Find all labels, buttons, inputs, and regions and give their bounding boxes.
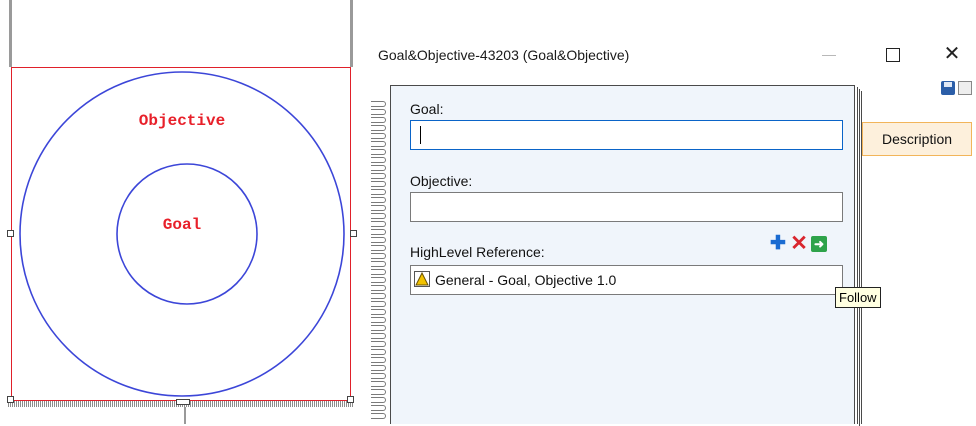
spiral-ring — [371, 124, 389, 132]
spiral-ring — [371, 140, 389, 148]
reference-element-icon — [414, 271, 430, 287]
spiral-ring — [371, 340, 389, 348]
spiral-ring — [371, 244, 389, 252]
spiral-ring — [371, 196, 389, 204]
spiral-ring — [371, 364, 389, 372]
maximize-icon — [886, 48, 900, 62]
spiral-ring — [371, 180, 389, 188]
resize-handle-right[interactable] — [350, 230, 357, 237]
resize-handle-bottom-right[interactable] — [347, 396, 354, 403]
goal-label: Goal — [163, 216, 201, 234]
spiral-ring — [371, 220, 389, 228]
highlevel-reference-label: HighLevel Reference: — [410, 244, 545, 260]
resize-handle-bottom[interactable] — [176, 399, 190, 405]
spiral-ring — [371, 132, 389, 140]
add-reference-icon[interactable]: ✚ — [769, 234, 787, 253]
spiral-ring — [371, 148, 389, 156]
spiral-ring — [371, 372, 389, 380]
spiral-ring — [371, 356, 389, 364]
follow-tooltip: Follow — [835, 287, 881, 308]
notebook-spiral — [368, 100, 390, 424]
objective-input[interactable] — [410, 192, 843, 222]
spiral-ring — [371, 164, 389, 172]
spiral-ring — [371, 100, 389, 108]
spiral-ring — [371, 292, 389, 300]
window-title: Goal&Objective-43203 (Goal&Objective) — [378, 47, 630, 63]
spiral-ring — [371, 380, 389, 388]
spiral-ring — [371, 116, 389, 124]
follow-reference-icon[interactable]: ➜ — [811, 236, 827, 252]
highlevel-reference-list[interactable]: General - Goal, Objective 1.0 — [410, 265, 843, 295]
spiral-ring — [371, 316, 389, 324]
objective-field-label: Objective: — [410, 173, 473, 189]
spiral-ring — [371, 236, 389, 244]
goal-input[interactable] — [410, 120, 843, 150]
spiral-ring — [371, 212, 389, 220]
spiral-ring — [371, 268, 389, 276]
tab-description[interactable]: Description — [862, 122, 972, 156]
spiral-ring — [371, 276, 389, 284]
spiral-ring — [371, 228, 389, 236]
spiral-ring — [371, 204, 389, 212]
spiral-ring — [371, 188, 389, 196]
spiral-ring — [371, 412, 389, 420]
spiral-ring — [371, 396, 389, 404]
text-caret — [420, 126, 421, 144]
spiral-ring — [371, 308, 389, 316]
spiral-ring — [371, 156, 389, 164]
goal-objective-diagram[interactable]: Objective Goal — [0, 0, 370, 424]
remove-reference-icon[interactable]: ✕ — [790, 233, 808, 254]
close-button[interactable]: ✕ — [940, 42, 964, 66]
spiral-ring — [371, 300, 389, 308]
goal-field-label: Goal: — [410, 101, 444, 117]
print-icon[interactable] — [958, 81, 972, 95]
resize-handle-left[interactable] — [7, 230, 14, 237]
spiral-ring — [371, 388, 389, 396]
page-edge — [859, 89, 860, 426]
goal-objective-dialog: Goal&Objective-43203 (Goal&Objective) — … — [368, 20, 976, 426]
spiral-ring — [371, 108, 389, 116]
reference-item-label[interactable]: General - Goal, Objective 1.0 — [435, 272, 616, 288]
page-edge — [857, 87, 858, 424]
maximize-button[interactable] — [881, 42, 905, 66]
minimize-button[interactable]: — — [817, 42, 841, 66]
goal-circle — [116, 163, 258, 305]
spiral-ring — [371, 284, 389, 292]
spiral-ring — [371, 332, 389, 340]
spiral-ring — [371, 252, 389, 260]
save-icon[interactable] — [941, 81, 955, 95]
spiral-ring — [371, 260, 389, 268]
resize-handle-bottom-left[interactable] — [7, 396, 14, 403]
spiral-ring — [371, 172, 389, 180]
objective-label: Objective — [139, 112, 225, 130]
spiral-ring — [371, 404, 389, 412]
spiral-ring — [371, 348, 389, 356]
spiral-ring — [371, 324, 389, 332]
